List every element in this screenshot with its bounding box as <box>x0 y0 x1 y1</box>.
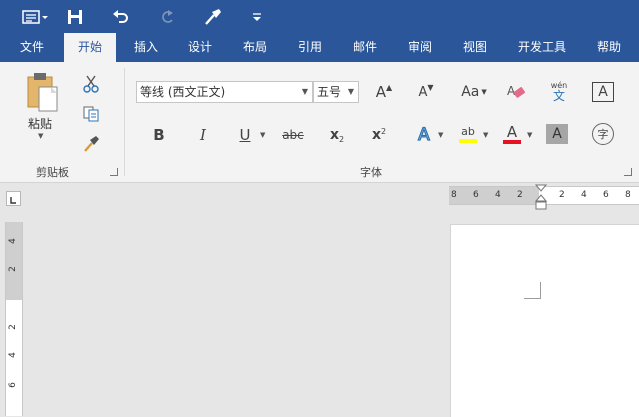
highlight-icon: ab <box>461 125 475 138</box>
shrink-font-icon: A <box>418 84 428 100</box>
enclose-characters-button[interactable]: 字 <box>592 123 614 145</box>
ruler-number: 6 <box>603 190 609 200</box>
paste-dropdown-icon[interactable]: ▼ <box>38 132 43 140</box>
font-name-combo[interactable]: 等线 (西文正文) ▼ <box>136 81 313 103</box>
text-effects-dropdown-icon[interactable]: ▼ <box>438 131 443 139</box>
tab-help[interactable]: 帮助 <box>587 33 631 62</box>
vertical-ruler[interactable]: 4 2 2 4 6 <box>5 222 23 416</box>
quick-access-toolbar <box>0 0 639 33</box>
grow-font-button[interactable]: A ▲ <box>372 81 396 103</box>
font-name-value: 等线 (西文正文) <box>140 85 226 99</box>
ruler-number: 6 <box>7 382 18 388</box>
superscript-mark: 2 <box>380 126 387 136</box>
font-color-bar <box>503 140 521 144</box>
group-divider <box>124 68 125 176</box>
ribbon-home: 粘贴 ▼ 剪贴板 等线 (西文正文) ▼ 五号 ▼ A ▲ A ▼ Aa ▼ A… <box>0 62 639 183</box>
customize-icon[interactable] <box>248 6 266 28</box>
document-page[interactable] <box>450 224 639 417</box>
font-color-button[interactable]: A <box>500 122 524 146</box>
character-shading-button[interactable]: A <box>546 124 568 144</box>
change-case-icon: Aa <box>461 84 480 100</box>
clipboard-group-label: 剪贴板 <box>36 166 69 179</box>
enclose-characters-icon: 字 <box>597 128 609 141</box>
clipboard-launcher-icon[interactable] <box>110 168 118 176</box>
underline-button[interactable]: U <box>234 124 256 146</box>
chevron-down-icon[interactable]: ▼ <box>348 82 354 102</box>
phonetic-guide-button[interactable]: wén 文 <box>546 79 572 105</box>
ruler-number: 2 <box>7 266 18 272</box>
character-shading-icon: A <box>552 126 562 142</box>
subscript-mark: 2 <box>338 134 345 144</box>
tab-mailings[interactable]: 邮件 <box>343 33 387 62</box>
subscript-button[interactable]: x2 <box>326 124 348 146</box>
superscript-base: x <box>371 127 381 143</box>
cut-icon[interactable] <box>80 73 102 95</box>
ruler-number: 4 <box>581 190 587 200</box>
save-icon[interactable] <box>64 6 86 28</box>
format-painter-icon[interactable] <box>200 6 224 28</box>
tab-insert[interactable]: 插入 <box>124 33 168 62</box>
ruler-margin <box>6 222 22 300</box>
tab-developer[interactable]: 开发工具 <box>508 33 576 62</box>
ruler-number: 2 <box>7 324 18 330</box>
ruler-number: 6 <box>473 190 479 200</box>
copy-icon[interactable] <box>80 103 102 125</box>
ruler-number: 4 <box>495 190 501 200</box>
paste-button[interactable]: 粘贴 <box>28 115 52 132</box>
text-effects-icon: A <box>418 124 431 145</box>
ruler-margin <box>449 187 539 204</box>
ribbon-tabs: 文件 开始 插入 设计 布局 引用 邮件 审阅 视图 开发工具 帮助 <box>0 33 639 62</box>
highlight-color-bar <box>459 139 477 143</box>
tab-review[interactable]: 审阅 <box>398 33 442 62</box>
superscript-button[interactable]: x2 <box>368 124 390 146</box>
ruler-number: 2 <box>517 190 523 200</box>
font-group-label: 字体 <box>360 166 382 179</box>
tab-layout[interactable]: 布局 <box>233 33 277 62</box>
font-size-combo[interactable]: 五号 ▼ <box>313 81 359 103</box>
ruler-number: 8 <box>625 190 631 200</box>
character-border-icon: A <box>598 84 608 100</box>
ruler-number: 4 <box>7 238 18 244</box>
grow-font-icon: A <box>375 83 387 101</box>
indent-marker-icon[interactable] <box>534 184 548 212</box>
change-case-button[interactable]: Aa ▼ <box>458 81 490 103</box>
ruler-number: 8 <box>451 190 457 200</box>
tab-view[interactable]: 视图 <box>453 33 497 62</box>
text-effects-button[interactable]: A <box>412 124 436 146</box>
svg-text:A: A <box>507 84 516 98</box>
tab-home[interactable]: 开始 <box>64 33 116 62</box>
tab-design[interactable]: 设计 <box>178 33 222 62</box>
margin-corner-mark <box>524 282 541 299</box>
format-painter-icon[interactable] <box>80 133 102 155</box>
undo-icon[interactable] <box>110 6 132 28</box>
italic-button[interactable]: I <box>192 124 214 146</box>
strikethrough-button[interactable]: abc <box>280 124 306 146</box>
font-size-value: 五号 <box>317 85 342 99</box>
clear-formatting-icon[interactable]: A <box>504 81 528 103</box>
highlight-dropdown-icon[interactable]: ▼ <box>483 131 488 139</box>
highlight-button[interactable]: ab <box>456 122 480 146</box>
character-border-button[interactable]: A <box>592 82 614 102</box>
tab-selector[interactable] <box>6 191 21 206</box>
bold-button[interactable]: B <box>148 124 170 146</box>
font-color-dropdown-icon[interactable]: ▼ <box>527 131 532 139</box>
ruler-number: 4 <box>7 352 18 358</box>
redo-icon <box>156 6 178 28</box>
tab-references[interactable]: 引用 <box>288 33 332 62</box>
font-launcher-icon[interactable] <box>624 168 632 176</box>
underline-dropdown-icon[interactable]: ▼ <box>260 131 265 139</box>
ruler-number: 2 <box>559 190 565 200</box>
phonetic-bottom-text: 文 <box>552 89 565 103</box>
chevron-down-icon[interactable]: ▼ <box>302 82 308 102</box>
font-color-icon: A <box>506 123 518 141</box>
layout-icon[interactable] <box>20 6 50 28</box>
shrink-font-button[interactable]: A ▼ <box>414 81 438 103</box>
subscript-base: x <box>329 127 339 143</box>
paste-icon[interactable] <box>22 70 64 114</box>
tab-file[interactable]: 文件 <box>10 33 54 62</box>
